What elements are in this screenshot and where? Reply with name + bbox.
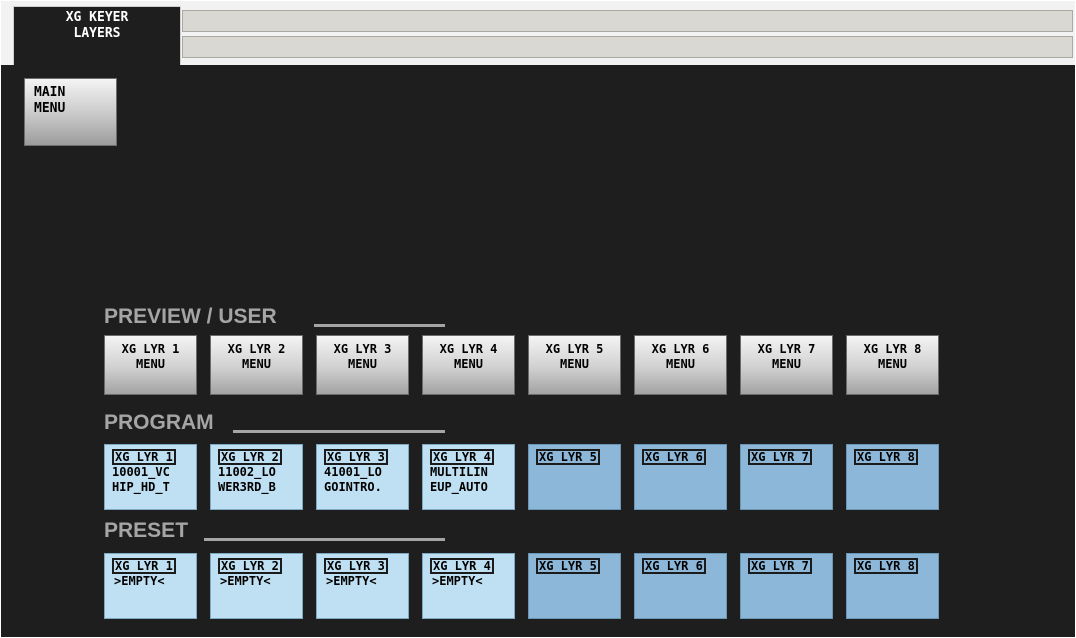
button-label: XG LYR 5 <box>536 558 600 574</box>
section-underline-program <box>233 430 445 433</box>
button-label: MENU <box>454 357 483 371</box>
clip-name-line2: WER3RD_B <box>218 480 276 494</box>
clip-name-line1: 11002_LO <box>218 465 276 479</box>
clip-name-line1: 41001_LO <box>324 465 382 479</box>
section-title-preset: PRESET <box>104 519 189 542</box>
clip-name: >EMPTY< <box>432 574 483 588</box>
preset-lyr-7-button[interactable]: XG LYR 7 <box>740 553 833 619</box>
button-label: XG LYR 4 <box>430 449 494 465</box>
button-label: XG LYR 3 <box>333 342 392 356</box>
button-label: XG LYR 8 <box>863 342 922 356</box>
program-lyr-5-button[interactable]: XG LYR 5 <box>528 444 621 510</box>
button-label: XG LYR 6 <box>642 449 706 465</box>
program-lyr-8-button[interactable]: XG LYR 8 <box>846 444 939 510</box>
program-lyr-6-button[interactable]: XG LYR 6 <box>634 444 727 510</box>
button-label: XG LYR 7 <box>748 558 812 574</box>
button-label: XG LYR 1 <box>121 342 180 356</box>
preset-lyr-8-button[interactable]: XG LYR 8 <box>846 553 939 619</box>
main-menu-button[interactable]: MAIN MENU <box>24 78 117 146</box>
button-label: XG LYR 4 <box>439 342 498 356</box>
button-label: XG LYR 1 <box>112 558 176 574</box>
button-label: XG LYR 6 <box>651 342 710 356</box>
preset-lyr-4-button[interactable]: XG LYR 4 >EMPTY< <box>422 553 515 619</box>
keyer-window: XG KEYER LAYERS MAIN MENU PREVIEW / USER… <box>1 1 1075 637</box>
button-label: XG LYR 5 <box>545 342 604 356</box>
section-underline-preset <box>204 538 445 541</box>
button-label: MENU <box>560 357 589 371</box>
tab-strip-bottom <box>182 36 1073 58</box>
preview-lyr-5-menu-button[interactable]: XG LYR 5 MENU <box>528 335 621 395</box>
main-menu-label-line1: MAIN <box>34 85 66 100</box>
button-label: XG LYR 6 <box>642 558 706 574</box>
button-label: XG LYR 5 <box>536 449 600 465</box>
button-label: MENU <box>136 357 165 371</box>
clip-name-line2: EUP_AUTO <box>430 480 488 494</box>
program-lyr-2-button[interactable]: XG LYR 2 11002_LO WER3RD_B <box>210 444 303 510</box>
preview-lyr-4-menu-button[interactable]: XG LYR 4 MENU <box>422 335 515 395</box>
button-label: MENU <box>772 357 801 371</box>
button-label: XG LYR 7 <box>748 449 812 465</box>
section-title-preview-user: PREVIEW / USER <box>104 305 277 328</box>
button-label: MENU <box>878 357 907 371</box>
button-label: XG LYR 2 <box>227 342 286 356</box>
program-lyr-7-button[interactable]: XG LYR 7 <box>740 444 833 510</box>
preset-lyr-5-button[interactable]: XG LYR 5 <box>528 553 621 619</box>
button-label: MENU <box>348 357 377 371</box>
tab-label-line1: XG KEYER <box>65 10 129 25</box>
section-underline-preview <box>314 324 445 327</box>
preset-lyr-1-button[interactable]: XG LYR 1 >EMPTY< <box>104 553 197 619</box>
preset-lyr-3-button[interactable]: XG LYR 3 >EMPTY< <box>316 553 409 619</box>
tab-label-line2: LAYERS <box>73 26 121 41</box>
button-label: MENU <box>242 357 271 371</box>
preview-lyr-8-menu-button[interactable]: XG LYR 8 MENU <box>846 335 939 395</box>
preview-lyr-2-menu-button[interactable]: XG LYR 2 MENU <box>210 335 303 395</box>
main-menu-label-line2: MENU <box>34 101 66 116</box>
program-lyr-1-button[interactable]: XG LYR 1 10001_VC HIP_HD_T <box>104 444 197 510</box>
clip-name: >EMPTY< <box>114 574 165 588</box>
button-label: MENU <box>666 357 695 371</box>
program-lyr-3-button[interactable]: XG LYR 3 41001_LO GOINTRO. <box>316 444 409 510</box>
tab-strip-top <box>182 10 1073 32</box>
button-label: XG LYR 8 <box>854 449 918 465</box>
tab-bar: XG KEYER LAYERS <box>1 1 1075 65</box>
clip-name-line2: GOINTRO. <box>324 480 382 494</box>
preview-lyr-1-menu-button[interactable]: XG LYR 1 MENU <box>104 335 197 395</box>
button-label: XG LYR 4 <box>430 558 494 574</box>
tab-xg-keyer-layers[interactable]: XG KEYER LAYERS <box>13 6 181 65</box>
section-title-program: PROGRAM <box>104 411 214 434</box>
clip-name-line1: 10001_VC <box>112 465 170 479</box>
preview-lyr-7-menu-button[interactable]: XG LYR 7 MENU <box>740 335 833 395</box>
button-label: XG LYR 2 <box>218 449 282 465</box>
button-label: XG LYR 8 <box>854 558 918 574</box>
clip-name-line2: HIP_HD_T <box>112 480 170 494</box>
clip-name: >EMPTY< <box>220 574 271 588</box>
clip-name-line1: MULTILIN <box>430 465 488 479</box>
preview-lyr-3-menu-button[interactable]: XG LYR 3 MENU <box>316 335 409 395</box>
preset-lyr-6-button[interactable]: XG LYR 6 <box>634 553 727 619</box>
button-label: XG LYR 1 <box>112 449 176 465</box>
program-lyr-4-button[interactable]: XG LYR 4 MULTILIN EUP_AUTO <box>422 444 515 510</box>
button-label: XG LYR 7 <box>757 342 816 356</box>
button-label: XG LYR 2 <box>218 558 282 574</box>
preset-lyr-2-button[interactable]: XG LYR 2 >EMPTY< <box>210 553 303 619</box>
preview-lyr-6-menu-button[interactable]: XG LYR 6 MENU <box>634 335 727 395</box>
clip-name: >EMPTY< <box>326 574 377 588</box>
button-label: XG LYR 3 <box>324 449 388 465</box>
button-label: XG LYR 3 <box>324 558 388 574</box>
